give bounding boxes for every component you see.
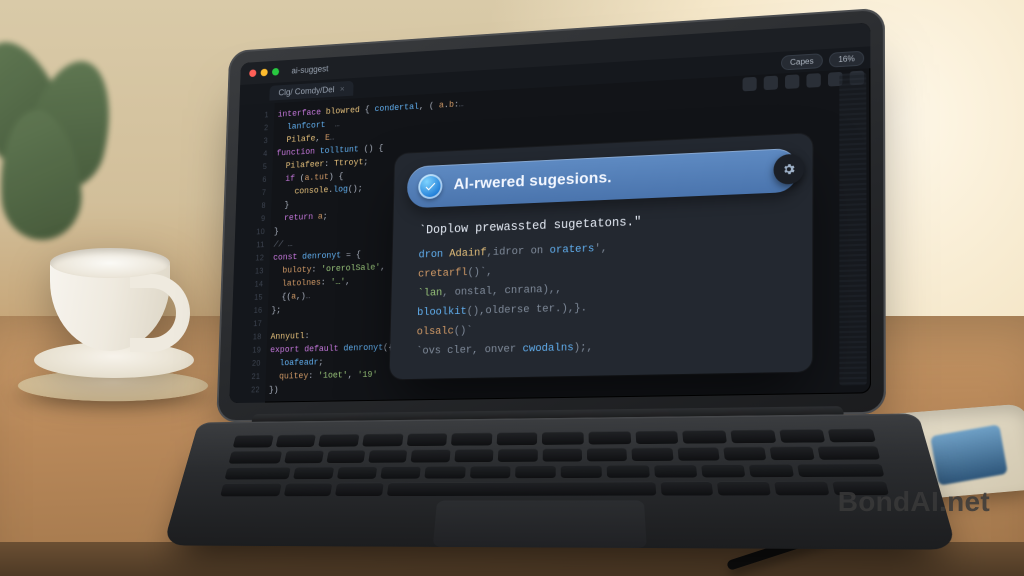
- watermark: BondAI.net: [838, 488, 990, 516]
- minimap[interactable]: [839, 72, 866, 385]
- status-pill-1[interactable]: Capes: [781, 53, 823, 70]
- laptop: ai-suggest Clg/ Comdy/Del × Capes 16%: [212, 8, 887, 561]
- project-name: ai-suggest: [291, 64, 328, 76]
- plant: [0, 30, 150, 250]
- close-icon[interactable]: ×: [340, 84, 345, 94]
- popup-body: `Doplow prewassted sugetatons." dron Ada…: [390, 203, 812, 362]
- tab-label: Clg/ Comdy/Del: [278, 85, 334, 98]
- trackpad[interactable]: [433, 500, 647, 548]
- popup-header: Al-rwered sugesions.: [407, 148, 798, 209]
- status-pill-2[interactable]: 16%: [829, 51, 864, 68]
- check-badge-icon: [418, 174, 443, 200]
- gear-icon[interactable]: [773, 154, 804, 185]
- coffee-cup: [40, 256, 190, 366]
- popup-title: Al-rwered sugesions.: [453, 170, 612, 193]
- scene-photo: ai-suggest Clg/ Comdy/Del × Capes 16%: [0, 0, 1024, 576]
- laptop-screen: ai-suggest Clg/ Comdy/Del × Capes 16%: [229, 22, 871, 403]
- laptop-lid: ai-suggest Clg/ Comdy/Del × Capes 16%: [216, 8, 886, 423]
- laptop-base: [163, 413, 957, 549]
- minimize-dot[interactable]: [261, 69, 268, 77]
- keyboard[interactable]: [220, 429, 889, 497]
- ai-suggestion-popup[interactable]: Al-rwered sugesions. `Doplow prewassted …: [390, 133, 813, 379]
- tab-active[interactable]: Clg/ Comdy/Del ×: [269, 81, 353, 101]
- close-dot[interactable]: [249, 69, 256, 77]
- traffic-lights[interactable]: [249, 68, 279, 77]
- zoom-dot[interactable]: [272, 68, 279, 76]
